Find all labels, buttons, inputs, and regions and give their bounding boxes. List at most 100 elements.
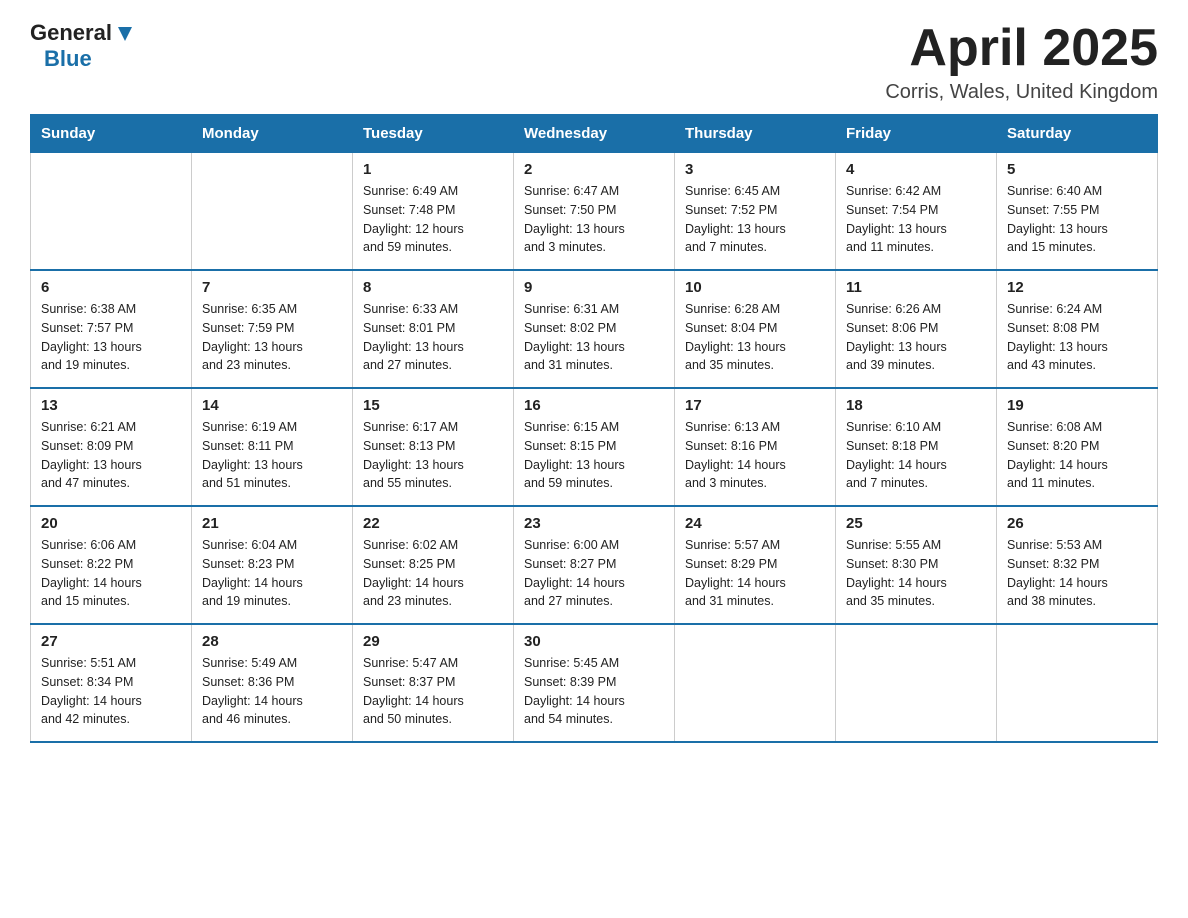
day-number: 17 (685, 397, 825, 414)
day-info: Sunrise: 6:49 AM Sunset: 7:48 PM Dayligh… (363, 182, 503, 257)
day-info: Sunrise: 5:51 AM Sunset: 8:34 PM Dayligh… (41, 654, 181, 729)
day-info: Sunrise: 6:00 AM Sunset: 8:27 PM Dayligh… (524, 536, 664, 611)
calendar-week-row: 13 Sunrise: 6:21 AM Sunset: 8:09 PM Dayli… (31, 388, 1158, 506)
day-number: 1 (363, 161, 503, 178)
day-info: Sunrise: 6:42 AM Sunset: 7:54 PM Dayligh… (846, 182, 986, 257)
calendar-cell: 6 Sunrise: 6:38 AM Sunset: 7:57 PM Daylig… (31, 270, 192, 388)
calendar-cell: 28 Sunrise: 5:49 AM Sunset: 8:36 PM Dayli… (192, 624, 353, 742)
calendar-cell: 7 Sunrise: 6:35 AM Sunset: 7:59 PM Daylig… (192, 270, 353, 388)
day-number: 11 (846, 279, 986, 296)
day-number: 15 (363, 397, 503, 414)
day-info: Sunrise: 6:04 AM Sunset: 8:23 PM Dayligh… (202, 536, 342, 611)
calendar-cell: 17 Sunrise: 6:13 AM Sunset: 8:16 PM Dayli… (675, 388, 836, 506)
calendar-cell (675, 624, 836, 742)
calendar-cell: 8 Sunrise: 6:33 AM Sunset: 8:01 PM Daylig… (353, 270, 514, 388)
calendar-week-row: 27 Sunrise: 5:51 AM Sunset: 8:34 PM Dayli… (31, 624, 1158, 742)
day-number: 18 (846, 397, 986, 414)
day-number: 30 (524, 633, 664, 650)
day-info: Sunrise: 5:49 AM Sunset: 8:36 PM Dayligh… (202, 654, 342, 729)
weekday-header-sunday: Sunday (31, 115, 192, 153)
day-number: 24 (685, 515, 825, 532)
day-number: 19 (1007, 397, 1147, 414)
day-info: Sunrise: 6:21 AM Sunset: 8:09 PM Dayligh… (41, 418, 181, 493)
calendar-cell: 25Sunrise: 5:55 AM Sunset: 8:30 PM Dayli… (836, 506, 997, 624)
day-number: 21 (202, 515, 342, 532)
weekday-header-monday: Monday (192, 115, 353, 153)
day-info: Sunrise: 5:45 AM Sunset: 8:39 PM Dayligh… (524, 654, 664, 729)
day-info: Sunrise: 6:45 AM Sunset: 7:52 PM Dayligh… (685, 182, 825, 257)
calendar-cell: 11Sunrise: 6:26 AM Sunset: 8:06 PM Dayli… (836, 270, 997, 388)
logo-triangle-icon (114, 23, 136, 45)
calendar-cell: 10 Sunrise: 6:28 AM Sunset: 8:04 PM Dayli… (675, 270, 836, 388)
day-number: 9 (524, 279, 664, 296)
day-number: 7 (202, 279, 342, 296)
page-header: General Blue April 2025 Corris, Wales, U… (30, 20, 1158, 104)
logo-text-general: General (30, 20, 112, 46)
calendar-week-row: 1 Sunrise: 6:49 AM Sunset: 7:48 PM Daylig… (31, 153, 1158, 271)
calendar-cell (192, 153, 353, 271)
day-number: 20 (41, 515, 181, 532)
weekday-header-wednesday: Wednesday (514, 115, 675, 153)
day-info: Sunrise: 5:53 AM Sunset: 8:32 PM Dayligh… (1007, 536, 1147, 611)
day-info: Sunrise: 6:19 AM Sunset: 8:11 PM Dayligh… (202, 418, 342, 493)
calendar-body: 1 Sunrise: 6:49 AM Sunset: 7:48 PM Daylig… (31, 153, 1158, 743)
calendar-cell: 30 Sunrise: 5:45 AM Sunset: 8:39 PM Dayli… (514, 624, 675, 742)
day-number: 29 (363, 633, 503, 650)
calendar-cell (836, 624, 997, 742)
calendar-header: SundayMondayTuesdayWednesdayThursdayFrid… (31, 115, 1158, 153)
day-info: Sunrise: 6:31 AM Sunset: 8:02 PM Dayligh… (524, 300, 664, 375)
day-info: Sunrise: 6:08 AM Sunset: 8:20 PM Dayligh… (1007, 418, 1147, 493)
calendar-cell: 2 Sunrise: 6:47 AM Sunset: 7:50 PM Daylig… (514, 153, 675, 271)
calendar-cell: 1 Sunrise: 6:49 AM Sunset: 7:48 PM Daylig… (353, 153, 514, 271)
title-block: April 2025 Corris, Wales, United Kingdom (885, 20, 1158, 104)
month-title: April 2025 (885, 20, 1158, 77)
day-info: Sunrise: 6:47 AM Sunset: 7:50 PM Dayligh… (524, 182, 664, 257)
calendar-cell: 26 Sunrise: 5:53 AM Sunset: 8:32 PM Dayli… (997, 506, 1158, 624)
calendar-cell: 22Sunrise: 6:02 AM Sunset: 8:25 PM Dayli… (353, 506, 514, 624)
day-info: Sunrise: 6:06 AM Sunset: 8:22 PM Dayligh… (41, 536, 181, 611)
calendar-cell: 15Sunrise: 6:17 AM Sunset: 8:13 PM Dayli… (353, 388, 514, 506)
day-number: 6 (41, 279, 181, 296)
calendar-table: SundayMondayTuesdayWednesdayThursdayFrid… (30, 114, 1158, 743)
logo-icon: General Blue (30, 20, 136, 72)
day-info: Sunrise: 6:35 AM Sunset: 7:59 PM Dayligh… (202, 300, 342, 375)
calendar-cell: 12Sunrise: 6:24 AM Sunset: 8:08 PM Dayli… (997, 270, 1158, 388)
location-title: Corris, Wales, United Kingdom (885, 81, 1158, 104)
calendar-cell: 4 Sunrise: 6:42 AM Sunset: 7:54 PM Daylig… (836, 153, 997, 271)
day-info: Sunrise: 6:02 AM Sunset: 8:25 PM Dayligh… (363, 536, 503, 611)
weekday-header-row: SundayMondayTuesdayWednesdayThursdayFrid… (31, 115, 1158, 153)
weekday-header-friday: Friday (836, 115, 997, 153)
day-info: Sunrise: 6:38 AM Sunset: 7:57 PM Dayligh… (41, 300, 181, 375)
day-number: 13 (41, 397, 181, 414)
day-number: 28 (202, 633, 342, 650)
day-info: Sunrise: 6:33 AM Sunset: 8:01 PM Dayligh… (363, 300, 503, 375)
weekday-header-saturday: Saturday (997, 115, 1158, 153)
day-number: 26 (1007, 515, 1147, 532)
weekday-header-tuesday: Tuesday (353, 115, 514, 153)
day-number: 27 (41, 633, 181, 650)
day-number: 12 (1007, 279, 1147, 296)
calendar-cell (31, 153, 192, 271)
day-number: 23 (524, 515, 664, 532)
day-info: Sunrise: 6:13 AM Sunset: 8:16 PM Dayligh… (685, 418, 825, 493)
day-number: 25 (846, 515, 986, 532)
calendar-cell: 20 Sunrise: 6:06 AM Sunset: 8:22 PM Dayli… (31, 506, 192, 624)
calendar-cell: 5Sunrise: 6:40 AM Sunset: 7:55 PM Daylig… (997, 153, 1158, 271)
day-number: 5 (1007, 161, 1147, 178)
calendar-cell: 14 Sunrise: 6:19 AM Sunset: 8:11 PM Dayli… (192, 388, 353, 506)
calendar-cell: 24 Sunrise: 5:57 AM Sunset: 8:29 PM Dayli… (675, 506, 836, 624)
day-number: 14 (202, 397, 342, 414)
day-number: 10 (685, 279, 825, 296)
calendar-week-row: 6 Sunrise: 6:38 AM Sunset: 7:57 PM Daylig… (31, 270, 1158, 388)
calendar-cell: 3Sunrise: 6:45 AM Sunset: 7:52 PM Daylig… (675, 153, 836, 271)
logo: General Blue (30, 20, 136, 72)
day-info: Sunrise: 6:28 AM Sunset: 8:04 PM Dayligh… (685, 300, 825, 375)
day-info: Sunrise: 5:57 AM Sunset: 8:29 PM Dayligh… (685, 536, 825, 611)
calendar-cell: 23 Sunrise: 6:00 AM Sunset: 8:27 PM Dayli… (514, 506, 675, 624)
calendar-cell: 13 Sunrise: 6:21 AM Sunset: 8:09 PM Dayli… (31, 388, 192, 506)
day-number: 2 (524, 161, 664, 178)
day-number: 16 (524, 397, 664, 414)
day-number: 8 (363, 279, 503, 296)
day-number: 4 (846, 161, 986, 178)
calendar-cell: 27 Sunrise: 5:51 AM Sunset: 8:34 PM Dayli… (31, 624, 192, 742)
